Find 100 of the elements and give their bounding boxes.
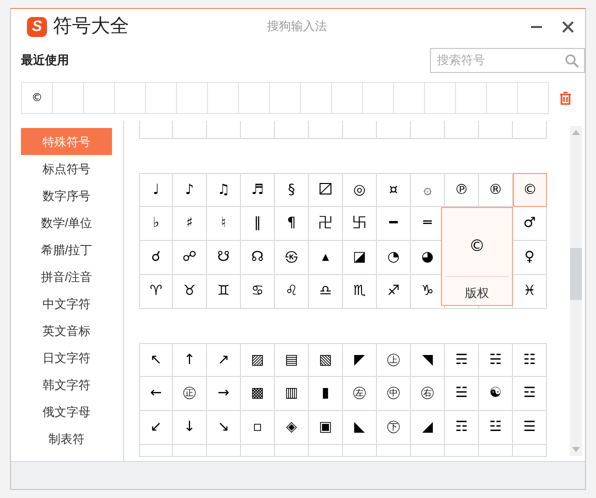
- recent-slot[interactable]: [53, 83, 84, 114]
- symbol-cell[interactable]: ♋: [241, 275, 275, 309]
- symbol-cell[interactable]: ♮: [207, 207, 241, 241]
- recent-slot[interactable]: [177, 83, 208, 114]
- recent-slot[interactable]: [487, 83, 518, 114]
- symbol-cell[interactable]: ☲: [513, 377, 547, 411]
- category-item[interactable]: 制表符: [21, 425, 112, 452]
- symbol-cell[interactable]: ♯: [173, 207, 207, 241]
- symbol-cell[interactable]: ¤: [377, 173, 411, 207]
- recent-slot[interactable]: [363, 83, 394, 114]
- symbol-cell[interactable]: ♏: [343, 275, 377, 309]
- symbol-cell[interactable]: 〼: [309, 173, 343, 207]
- symbol-cell[interactable]: ↗: [207, 343, 241, 377]
- recent-slot[interactable]: [518, 83, 549, 114]
- symbol-cell[interactable]: 卍: [309, 207, 343, 241]
- symbol-cell[interactable]: ▨: [241, 343, 275, 377]
- symbol-cell[interactable]: ◔: [377, 241, 411, 275]
- symbol-cell[interactable]: ☴: [445, 343, 479, 377]
- symbol-cell[interactable]: ☊: [241, 241, 275, 275]
- symbol-cell[interactable]: 卐: [343, 207, 377, 241]
- category-item[interactable]: 数学/单位: [21, 209, 112, 236]
- symbol-cell[interactable]: ◈: [275, 411, 309, 445]
- symbol-cell[interactable]: ◢: [411, 411, 445, 445]
- recent-slot[interactable]: [84, 83, 115, 114]
- symbol-cell[interactable]: ☵: [479, 343, 513, 377]
- trash-icon[interactable]: [559, 91, 572, 105]
- symbol-cell[interactable]: ▥: [275, 377, 309, 411]
- symbol-cell[interactable]: ¶: [275, 207, 309, 241]
- symbol-cell[interactable]: ♬: [241, 173, 275, 207]
- scroll-down-icon[interactable]: [572, 447, 580, 452]
- category-item[interactable]: 中文字符: [21, 290, 112, 317]
- symbol-cell[interactable]: ㊥: [377, 377, 411, 411]
- symbol-cell[interactable]: ☳: [479, 411, 513, 445]
- search-field[interactable]: 搜索符号: [430, 48, 585, 72]
- symbol-cell[interactable]: ♫: [207, 173, 241, 207]
- recent-slot[interactable]: [146, 83, 177, 114]
- symbol-cell[interactable]: ◪: [343, 241, 377, 275]
- symbol-cell[interactable]: ㊣: [173, 377, 207, 411]
- symbol-cell[interactable]: ←: [139, 377, 173, 411]
- recent-slot[interactable]: [270, 83, 301, 114]
- search-icon[interactable]: [565, 54, 579, 68]
- symbol-cell[interactable]: §: [275, 173, 309, 207]
- recent-slot[interactable]: ©: [22, 83, 53, 114]
- symbol-cell[interactable]: ↖: [139, 343, 173, 377]
- recent-slot[interactable]: [115, 83, 146, 114]
- symbol-cell[interactable]: ♪: [173, 173, 207, 207]
- recent-slot[interactable]: [239, 83, 270, 114]
- symbol-cell[interactable]: ☌: [139, 241, 173, 275]
- scroll-up-icon[interactable]: [572, 130, 580, 135]
- symbol-cell[interactable]: ◤: [343, 343, 377, 377]
- symbol-cell[interactable]: ☯: [479, 377, 513, 411]
- symbol-cell[interactable]: ☰: [513, 411, 547, 445]
- symbol-cell[interactable]: ㊨: [411, 377, 445, 411]
- symbol-cell[interactable]: ☋: [207, 241, 241, 275]
- symbol-cell[interactable]: ۞: [411, 173, 445, 207]
- symbol-cell[interactable]: ♭: [139, 207, 173, 241]
- category-item[interactable]: 标点符号: [21, 155, 112, 182]
- symbol-cell[interactable]: ◎: [343, 173, 377, 207]
- category-item[interactable]: 希腊/拉丁: [21, 236, 112, 263]
- symbol-cell[interactable]: ↓: [173, 411, 207, 445]
- symbol-cell[interactable]: ♌: [275, 275, 309, 309]
- symbol-cell[interactable]: ▫: [241, 411, 275, 445]
- category-item[interactable]: 日文字符: [21, 344, 112, 371]
- symbol-cell[interactable]: ↙: [139, 411, 173, 445]
- symbol-cell[interactable]: ☷: [513, 343, 547, 377]
- recent-slot[interactable]: [208, 83, 239, 114]
- symbol-cell[interactable]: →: [207, 377, 241, 411]
- symbol-cell[interactable]: ▴: [309, 241, 343, 275]
- recent-slot[interactable]: [425, 83, 456, 114]
- symbol-cell[interactable]: ♉: [173, 275, 207, 309]
- symbol-cell[interactable]: ♎: [309, 275, 343, 309]
- symbol-cell[interactable]: ▧: [309, 343, 343, 377]
- category-item[interactable]: 俄文字母: [21, 398, 112, 425]
- symbol-cell[interactable]: ▤: [275, 343, 309, 377]
- symbol-cell[interactable]: ©: [513, 173, 547, 207]
- symbol-cell[interactable]: ㊦: [377, 411, 411, 445]
- symbol-cell[interactable]: ↑: [173, 343, 207, 377]
- symbol-cell[interactable]: ㊤: [377, 343, 411, 377]
- symbol-cell[interactable]: ㊧: [343, 377, 377, 411]
- symbol-cell[interactable]: ♩: [139, 173, 173, 207]
- close-button[interactable]: [561, 20, 575, 34]
- category-item[interactable]: 韩文字符: [21, 371, 112, 398]
- symbol-cell[interactable]: ㉿: [275, 241, 309, 275]
- category-item[interactable]: 拼音/注音: [21, 263, 112, 290]
- symbol-cell[interactable]: ‖: [241, 207, 275, 241]
- symbol-cell[interactable]: ━: [377, 207, 411, 241]
- symbol-cell[interactable]: ▣: [309, 411, 343, 445]
- symbol-cell[interactable]: ♈: [139, 275, 173, 309]
- recent-slot[interactable]: [332, 83, 363, 114]
- recent-slot[interactable]: [456, 83, 487, 114]
- symbol-cell[interactable]: ↘: [207, 411, 241, 445]
- symbol-cell[interactable]: ▮: [309, 377, 343, 411]
- recent-slot[interactable]: [301, 83, 332, 114]
- scrollbar[interactable]: [570, 126, 582, 456]
- symbol-cell[interactable]: ◥: [411, 343, 445, 377]
- symbol-cell[interactable]: ☱: [445, 377, 479, 411]
- recent-symbol[interactable]: ©: [32, 90, 42, 106]
- symbol-cell[interactable]: ▩: [241, 377, 275, 411]
- symbol-cell[interactable]: ☍: [173, 241, 207, 275]
- symbol-cell[interactable]: ♊: [207, 275, 241, 309]
